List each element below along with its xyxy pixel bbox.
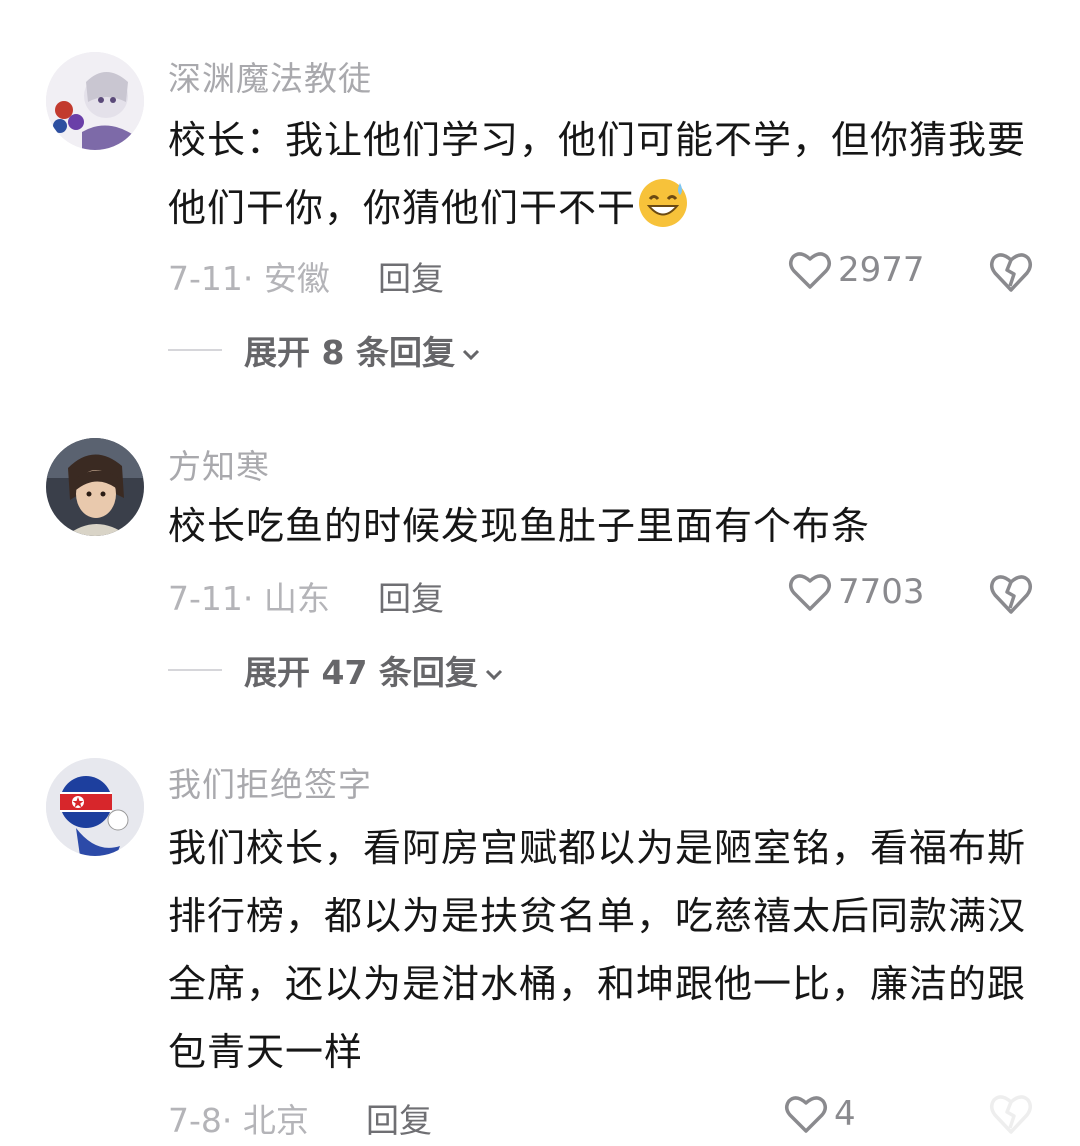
- expand-replies-button[interactable]: 展开 47 条回复: [168, 646, 504, 694]
- heart-outline-icon: [789, 574, 831, 611]
- expand-replies-text: 展开 47 条回复: [244, 653, 478, 692]
- heart-outline-icon: [789, 252, 831, 289]
- comment-text-content: 校长：我让他们学习，他们可能不学，但你猜我要他们干你，你猜他们干不干: [168, 118, 1027, 230]
- expand-replies-text: 展开 8 条回复: [244, 333, 455, 372]
- avatar[interactable]: [46, 52, 144, 150]
- avatar[interactable]: [46, 438, 144, 536]
- comment-text: 校长：我让他们学习，他们可能不学，但你猜我要他们干你，你猜他们干不干: [168, 106, 1028, 242]
- broken-heart-icon: [990, 253, 1032, 292]
- like-count: 4: [834, 1094, 856, 1134]
- username[interactable]: 深渊魔法教徒: [168, 52, 372, 100]
- like-count: 2977: [838, 250, 925, 290]
- comment-text: 我们校长，看阿房宫赋都以为是陋室铭，看福布斯排行榜，都以为是扶贫名单，吃慈禧太后…: [168, 826, 1027, 1074]
- comment-date-location: 7-11· 安徽: [168, 259, 330, 298]
- like-button[interactable]: 4: [784, 1094, 856, 1134]
- dislike-button[interactable]: [988, 250, 1034, 294]
- username[interactable]: 方知寒: [168, 440, 270, 488]
- avatar[interactable]: [46, 758, 144, 856]
- reply-button[interactable]: 回复: [366, 1094, 432, 1142]
- dislike-button[interactable]: [988, 572, 1034, 616]
- like-button[interactable]: 2977: [788, 250, 925, 290]
- expand-replies-label: 展开 8 条回复: [244, 326, 481, 374]
- username[interactable]: 我们拒绝签字: [168, 758, 372, 806]
- comment-text: 校长吃鱼的时候发现鱼肚子里面有个布条: [168, 504, 871, 548]
- reply-button[interactable]: 回复: [378, 252, 444, 300]
- chevron-down-icon: [462, 349, 480, 360]
- like-button[interactable]: 7703: [788, 572, 925, 612]
- reply-button[interactable]: 回复: [378, 572, 444, 620]
- expand-replies-button[interactable]: 展开 8 条回复: [168, 326, 481, 374]
- heart-outline-icon: [785, 1096, 827, 1133]
- expand-divider: [168, 349, 222, 351]
- comment-date-location: 7-11· 山东: [168, 579, 330, 618]
- watermark-overlay: [860, 1092, 1072, 1140]
- broken-heart-icon: [990, 575, 1032, 614]
- expand-divider: [168, 669, 222, 671]
- like-count: 7703: [838, 572, 925, 612]
- grinning-sweat-emoji: [639, 179, 688, 227]
- expand-replies-label: 展开 47 条回复: [244, 646, 504, 694]
- chevron-down-icon: [485, 669, 502, 680]
- comment-date-location: 7-8· 北京: [168, 1101, 309, 1140]
